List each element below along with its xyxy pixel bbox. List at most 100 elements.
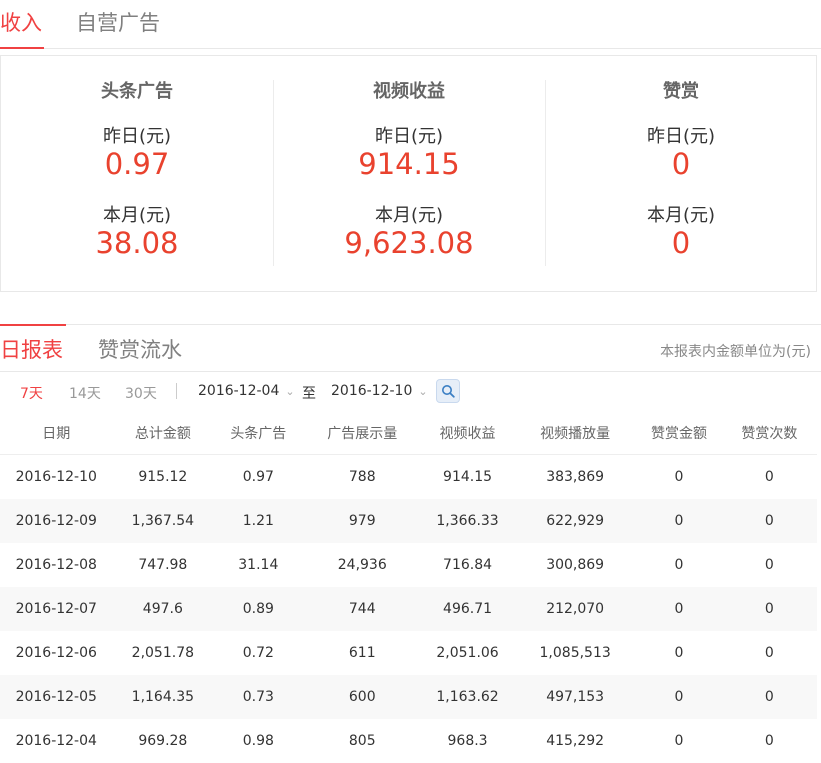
active-tab-indicator: [0, 47, 44, 49]
col-ad-impressions: 广告展示量: [303, 412, 422, 455]
month-label: 本月(元): [646, 205, 716, 226]
cell-video-plays: 622,929: [514, 499, 637, 543]
tab-daily-report[interactable]: 日报表: [0, 335, 63, 365]
table-row: 2016-12-05 1,164.35 0.73 600 1,163.62 497,153…: [0, 675, 817, 719]
cell-video-plays: 1,085,513: [539, 645, 611, 661]
cell-tip-count: 0: [764, 469, 774, 485]
cell-tip-amount: 0: [674, 557, 684, 573]
summary-tips: 赞赏 昨日(元) 0 本月(元) 0: [545, 56, 817, 291]
table-row: 2016-12-04 969.28 0.98 805 968.3 415,292 0 0: [0, 719, 817, 763]
cell-date: 2016-12-04: [15, 733, 97, 749]
cell-video-income: 2,051.06: [436, 645, 499, 661]
start-date-select[interactable]: 2016-12-04 ⌄: [198, 383, 295, 399]
cell-total: 747.98: [138, 557, 188, 573]
cell-ad-impressions: 788: [348, 469, 376, 485]
cell-headline-ads: 0.72: [242, 645, 274, 661]
cell-headline-ads: 1.21: [213, 499, 304, 543]
col-video-plays: 视频播放量: [514, 412, 637, 455]
cell-total: 915.12: [138, 469, 188, 485]
yesterday-value: 0.97: [104, 147, 170, 181]
tab-tips-flow[interactable]: 赞赏流水: [98, 335, 182, 365]
summary-video-income: 视频收益 昨日(元) 914.15 本月(元) 9,623.08: [273, 56, 545, 291]
cell-ad-impressions: 979: [303, 499, 422, 543]
active-tab-indicator: [0, 324, 66, 326]
col-tip-amount: 赞赏金额: [636, 412, 722, 455]
yesterday-value: 0: [671, 147, 691, 181]
cell-tip-count: 0: [764, 645, 774, 661]
yesterday-value: 914.15: [358, 147, 460, 181]
cell-video-plays: 383,869: [546, 469, 605, 485]
end-date-value: 2016-12-10: [331, 383, 413, 399]
end-date-select[interactable]: 2016-12-10 ⌄: [331, 383, 428, 399]
cell-video-income: 968.3: [447, 733, 488, 749]
chevron-down-icon: ⌄: [285, 385, 295, 398]
summary-headline-ads: 头条广告 昨日(元) 0.97 本月(元) 38.08: [1, 56, 273, 291]
month-value: 9,623.08: [344, 226, 474, 260]
cell-video-income: 914.15: [443, 469, 493, 485]
cell-ad-impressions: 24,936: [337, 557, 387, 573]
cell-video-income: 1,163.62: [421, 675, 515, 719]
cell-headline-ads: 0.73: [213, 675, 304, 719]
cell-video-plays: 415,292: [546, 733, 605, 749]
cell-total: 969.28: [138, 733, 188, 749]
summary-title: 视频收益: [373, 81, 445, 102]
range-7-days[interactable]: 7天: [20, 383, 43, 403]
table-row: 2016-12-06 2,051.78 0.72 611 2,051.06 1,085,5…: [0, 631, 817, 675]
col-total: 总计金额: [112, 412, 214, 455]
cell-ad-impressions: 600: [303, 675, 422, 719]
cell-video-plays: 300,869: [546, 557, 605, 573]
cell-ad-impressions: 611: [348, 645, 376, 661]
cell-video-income: 1,366.33: [421, 499, 515, 543]
tab-self-ads[interactable]: 自营广告: [76, 8, 160, 38]
summary-title: 赞赏: [663, 81, 699, 102]
unit-note: 本报表内金额单位为(元): [660, 344, 811, 360]
cell-date: 2016-12-07: [0, 587, 113, 631]
cell-tip-amount: 0: [674, 733, 684, 749]
search-icon: [442, 385, 455, 398]
cell-tip-amount: 0: [636, 587, 722, 631]
cell-tip-count: 0: [764, 557, 774, 573]
start-date-value: 2016-12-04: [198, 383, 280, 399]
search-button[interactable]: [436, 379, 460, 403]
cell-tip-amount: 0: [674, 645, 684, 661]
report-tab-bar: 日报表 赞赏流水 本报表内金额单位为(元): [0, 324, 821, 372]
cell-headline-ads: 0.89: [213, 587, 304, 631]
cell-headline-ads: 0.97: [242, 469, 274, 485]
table-row: 2016-12-09 1,367.54 1.21 979 1,366.33 622,929…: [0, 499, 817, 543]
cell-video-income: 496.71: [421, 587, 515, 631]
cell-date: 2016-12-05: [0, 675, 113, 719]
cell-date: 2016-12-06: [15, 645, 97, 661]
cell-tip-count: 0: [721, 499, 817, 543]
cell-tip-count: 0: [764, 733, 774, 749]
range-30-days[interactable]: 30天: [125, 383, 157, 403]
cell-headline-ads: 31.14: [238, 557, 279, 573]
cell-video-plays: 497,153: [514, 675, 637, 719]
cell-headline-ads: 0.98: [242, 733, 274, 749]
month-label: 本月(元): [102, 205, 172, 226]
range-14-days[interactable]: 14天: [69, 383, 101, 403]
daily-report-table: 日期 总计金额 头条广告 广告展示量 视频收益 视频播放量 赞赏金额 赞赏次数 …: [0, 412, 817, 763]
cell-date: 2016-12-10: [15, 469, 97, 485]
cell-video-plays: 212,070: [514, 587, 637, 631]
tab-income[interactable]: 收入: [0, 8, 42, 38]
cell-tip-count: 0: [721, 675, 817, 719]
col-date: 日期: [0, 412, 113, 455]
table-row: 2016-12-08 747.98 31.14 24,936 716.84 300,869…: [0, 543, 817, 587]
date-filter-bar: 7天 14天 30天 2016-12-04 ⌄ 至 2016-12-10 ⌄: [0, 372, 821, 412]
income-summary-panel: 头条广告 昨日(元) 0.97 本月(元) 38.08 视频收益 昨日(元) 9…: [0, 55, 817, 292]
chevron-down-icon: ⌄: [418, 385, 428, 398]
cell-total: 497.6: [112, 587, 214, 631]
col-tip-count: 赞赏次数: [721, 412, 817, 455]
cell-tip-count: 0: [721, 587, 817, 631]
cell-total: 2,051.78: [131, 645, 195, 661]
month-value: 38.08: [95, 226, 179, 260]
col-video-income: 视频收益: [421, 412, 515, 455]
table-header-row: 日期 总计金额 头条广告 广告展示量 视频收益 视频播放量 赞赏金额 赞赏次数: [0, 412, 817, 455]
cell-date: 2016-12-08: [15, 557, 97, 573]
cell-ad-impressions: 805: [348, 733, 376, 749]
cell-ad-impressions: 744: [303, 587, 422, 631]
yesterday-label: 昨日(元): [102, 126, 172, 147]
cell-total: 1,367.54: [112, 499, 214, 543]
cell-total: 1,164.35: [112, 675, 214, 719]
cell-tip-amount: 0: [636, 675, 722, 719]
